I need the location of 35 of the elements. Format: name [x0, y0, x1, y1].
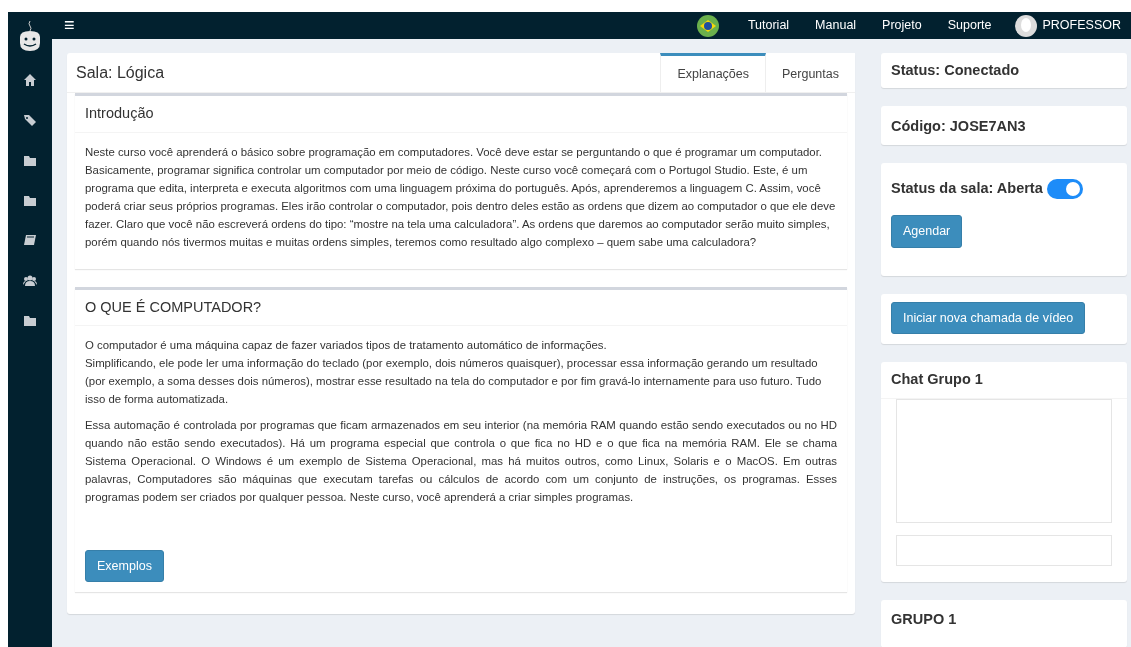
paragraph: Neste curso você aprenderá o básico sobre programação em computadores. Você deve estar se perguntando o que é programar um computador. Basicamente, programar significa controlar um computador por meio de código. Neste curso você começará com o Portugol Studio. Este, é um programa que edita, interpreta e executa algoritmos com uma linguagem próxima do português. Após, aprenderemos a linguagem C. Assim, você poderá criar seus próprios programas. Eles irão controlar o computador, pois dentro deles estão as ordens que dizem ao computador o que ele deve fazer. Claro que você não escreverá ordens do tipo: “mostre na tela uma calculadora”. As ordens que daremos ao computador serão muito simples, porém quando nós tivermos muitas e muitas ordens simples, teremos como resultado algo complexo – quem sabe uma calculadora? [85, 144, 837, 250]
paragraph: O computador é uma máquina capaz de fazer variados tipos de tratamento automático de informações. [85, 337, 608, 353]
room-title: Sala: Lógica [75, 63, 166, 83]
room-code: Código: JOSE7AN3 [891, 118, 1027, 136]
nav-link[interactable]: Tutorial [747, 16, 790, 35]
nav-link[interactable]: Suporte [947, 16, 992, 35]
robot-logo-icon [17, 19, 43, 53]
group-title: GRUPO 1 [891, 610, 958, 629]
tags-icon[interactable] [23, 113, 37, 127]
chat-title: Chat Grupo 1 [891, 371, 984, 389]
schedule-button[interactable]: Agendar [891, 214, 963, 248]
tab[interactable]: Perguntas [766, 53, 855, 93]
tab[interactable]: Explanações [660, 53, 766, 93]
paragraph: Essa automação é controlada por programas que ficam armazenados em seu interior (na memória RAM quando estão sendo executados ou no HD quando não estão sendo executados). Há um programa especial que controla o que fica no HD e o que fica na memória RAM. Ele se chama Sistema Operacional. O Windows é um exemplo de Sistema Operacional, mas há muitos outros, como Linux, Solaris e o MacOS. Em outras palavras, Computadores são máquinas que executam tarefas ou cálculos de acordo com um conjunto de instruções, os programas. Esses programas podem ser criados por qualquer pessoa. Neste curso, você aprenderá a criar simples programas. [85, 417, 837, 505]
user-menu-link[interactable]: PROFESSOR [1042, 16, 1121, 35]
menu-button[interactable]: ≡ [64, 12, 75, 39]
toggle-switch[interactable] [1046, 178, 1083, 199]
room-status-label: Status da sala: Aberta [891, 180, 1043, 198]
brazil-flag-icon[interactable] [696, 14, 719, 37]
home-icon[interactable] [23, 73, 37, 87]
folder-icon[interactable] [23, 153, 37, 167]
users-icon[interactable] [23, 273, 37, 287]
nav-link[interactable]: Projeto [882, 16, 922, 35]
nav-link[interactable]: Manual [815, 16, 857, 35]
book-icon[interactable] [23, 233, 37, 247]
examples-button[interactable]: Exemplos [85, 549, 164, 582]
section-title: Introdução [75, 96, 847, 133]
chat-input-field[interactable] [896, 534, 1112, 566]
status-label: Status: Conectado [891, 62, 1021, 80]
section-title: O QUE É COMPUTADOR? [75, 289, 847, 326]
paragraph: Simplificando, ele pode ler uma informação do teclado (por exemplo, dois números quaisquer), processar essa informação gerando um resultado (por exemplo, a soma desses dois números), mostrar esse resultado na tela do computador e por fim gravá-lo internamente para uso futuro. Tudo isso de forma automatizada. [85, 355, 823, 407]
folder-icon[interactable] [23, 193, 37, 207]
video-call-button[interactable]: Iniciar nova chamada de vídeo [891, 301, 1086, 335]
folder-icon[interactable] [23, 313, 37, 327]
avatar-icon[interactable] [1014, 14, 1037, 37]
